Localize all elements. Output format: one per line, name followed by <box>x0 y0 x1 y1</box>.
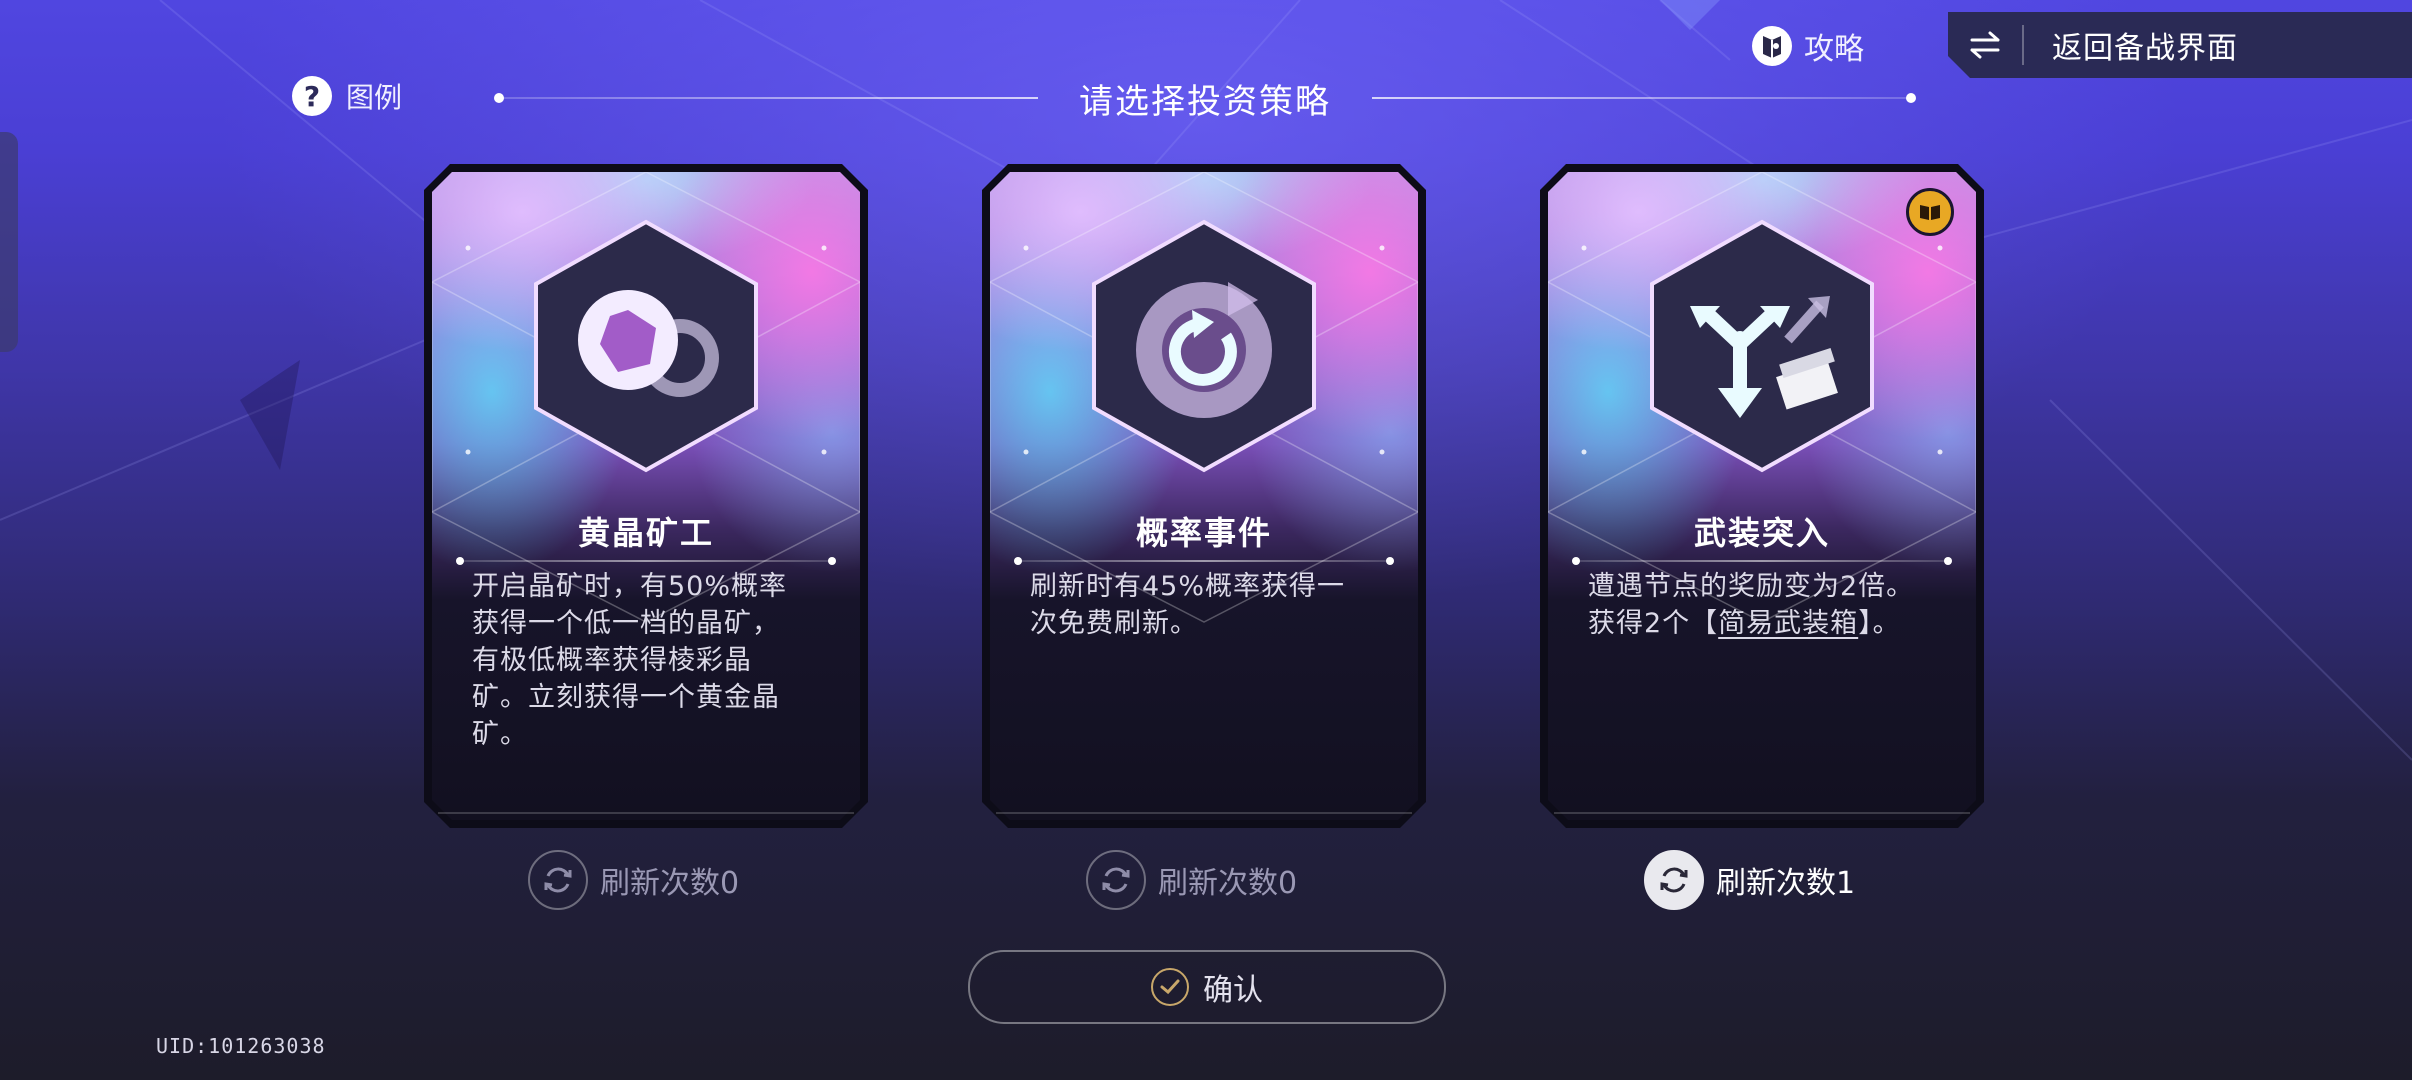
question-icon: ? <box>292 76 332 116</box>
desc-line: 次免费刷新。 <box>1030 608 1198 639</box>
guide-label: 攻略 <box>1804 32 1864 67</box>
card-title: 黄晶矿工 <box>577 514 714 552</box>
refresh-count-label: 刷新次数0 <box>1158 866 1298 901</box>
card-title: 概率事件 <box>1135 514 1272 552</box>
refresh-button-card-2[interactable]: 刷新次数0 <box>1086 850 1297 910</box>
card-title: 武装突入 <box>1693 514 1830 552</box>
desc-line: 矿。 <box>472 719 528 750</box>
refresh-button-card-1[interactable]: 刷新次数0 <box>528 850 739 910</box>
back-to-prep-button[interactable]: 返回备战界面 <box>1948 12 2412 78</box>
side-drawer-tab[interactable] <box>0 132 18 352</box>
refresh-count-label: 刷新次数1 <box>1716 866 1856 901</box>
refresh-icon <box>528 850 588 910</box>
desc-line: 开启晶矿时，有50%概率 <box>472 571 788 602</box>
refresh-icon <box>1086 850 1146 910</box>
refresh-icon <box>1644 850 1704 910</box>
desc-text: 】。 <box>1858 608 1901 639</box>
strategy-card-1[interactable]: 黄晶矿工 开启晶矿时，有50%概率 获得一个低一档的晶矿， 有极低概率获得棱彩晶… <box>424 164 868 828</box>
card-divider <box>456 557 836 565</box>
confirm-label: 确认 <box>1203 973 1263 1008</box>
ore-ring-icon <box>534 219 758 473</box>
guide-button[interactable]: 攻略 <box>1752 24 1864 68</box>
desc-line: 矿。立刻获得一个黄金晶 <box>472 682 780 713</box>
desc-text: 获得2个【 <box>1588 608 1719 639</box>
desc-line: 获得一个低一档的晶矿， <box>472 608 780 639</box>
card-divider <box>1014 557 1394 565</box>
check-icon <box>1151 968 1189 1006</box>
card-bottom-line <box>438 812 854 814</box>
uid-label: UID:101263038 <box>156 1034 326 1058</box>
card-description: 遭遇节点的奖励变为2倍。 获得2个【简易武装箱】。 <box>1588 568 1944 642</box>
desc-line: 获得2个【简易武装箱】。 <box>1588 605 1944 642</box>
page-title-bar: 请选择投资策略 <box>494 70 1916 126</box>
strategy-card-3[interactable]: 武装突入 遭遇节点的奖励变为2倍。 获得2个【简易武装箱】。 <box>1540 164 1984 828</box>
back-button-separator <box>2022 25 2024 65</box>
back-label: 返回备战界面 <box>2052 31 2238 66</box>
desc-line: 刷新时有45%概率获得一 <box>1030 571 1346 602</box>
page-title: 请选择投资策略 <box>1079 82 1331 122</box>
refresh-cycle-icon <box>1092 219 1316 473</box>
refresh-count-label: 刷新次数0 <box>600 866 740 901</box>
card-description: 开启晶矿时，有50%概率 获得一个低一档的晶矿， 有极低概率获得棱彩晶 矿。立刻… <box>472 568 828 753</box>
legend-button[interactable]: ? 图例 <box>292 76 402 116</box>
confirm-button[interactable]: 确认 <box>968 950 1446 1024</box>
book-badge-icon[interactable] <box>1906 188 1954 236</box>
desc-line: 遭遇节点的奖励变为2倍。 <box>1588 571 1915 602</box>
refresh-button-card-3[interactable]: 刷新次数1 <box>1644 850 1855 910</box>
card-bottom-line <box>1554 812 1970 814</box>
desc-line: 有极低概率获得棱彩晶 <box>472 645 752 676</box>
guide-book-icon <box>1752 26 1792 66</box>
card-bottom-line <box>996 812 1412 814</box>
card-divider <box>1572 557 1952 565</box>
item-link[interactable]: 简易武装箱 <box>1718 608 1858 639</box>
swap-arrows-icon <box>1948 30 2022 60</box>
card-description: 刷新时有45%概率获得一 次免费刷新。 <box>1030 568 1386 642</box>
branch-arrows-box-icon <box>1650 219 1874 473</box>
legend-label: 图例 <box>346 81 403 114</box>
strategy-card-2[interactable]: 概率事件 刷新时有45%概率获得一 次免费刷新。 <box>982 164 1426 828</box>
